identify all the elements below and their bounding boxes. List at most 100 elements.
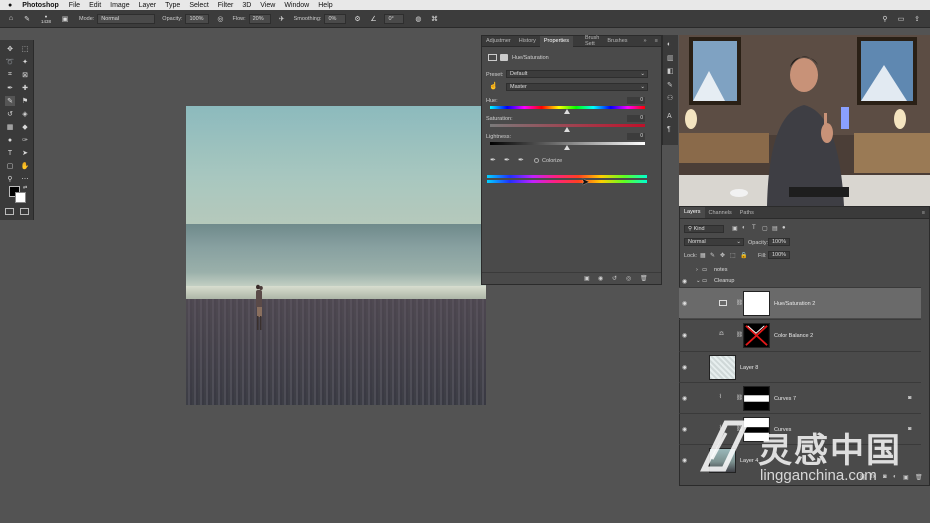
home-icon[interactable]: ⌂ — [6, 14, 16, 24]
filter-toggle-icon[interactable]: ● — [782, 225, 786, 231]
background-color-swatch[interactable] — [15, 192, 26, 203]
lock-paint-icon[interactable]: ✎ — [710, 252, 715, 259]
adjustments-panel-icon[interactable]: ◧ — [667, 67, 674, 75]
crop-tool-icon[interactable]: ⌗ — [5, 70, 15, 80]
tab-brush-settings[interactable]: Brush Sett — [581, 35, 603, 47]
brush-preset-icon[interactable]: ● 1438 — [38, 14, 54, 24]
dodge-tool-icon[interactable]: ● — [5, 135, 15, 145]
angle-icon[interactable]: ∠ — [368, 14, 378, 24]
visibility-eye-icon[interactable]: ◉ — [682, 279, 690, 285]
chain-link-icon[interactable]: ⛓ — [736, 332, 743, 338]
layer-group-notes[interactable]: › ▭ notes — [679, 265, 921, 276]
layer-group-cleanup[interactable]: ◉ ⌄ ▭ Cleanup — [679, 276, 921, 287]
apple-icon[interactable]: ● — [8, 2, 12, 9]
marquee-tool-icon[interactable]: ⬚ — [20, 44, 30, 54]
angle-field[interactable]: 0° — [384, 13, 405, 24]
menu-layer[interactable]: Layer — [139, 2, 157, 9]
layers-panel-menu-icon[interactable]: ≡ — [918, 210, 929, 216]
chain-link-icon[interactable]: ⛓ — [736, 395, 743, 401]
menu-type[interactable]: Type — [165, 2, 180, 9]
tab-adjustments[interactable]: Adjustmer — [482, 38, 515, 44]
pressure-size-icon[interactable]: ◍ — [413, 14, 423, 24]
airbrush-icon[interactable]: ✈ — [277, 14, 287, 24]
brush-tool-icon[interactable]: ✎ — [22, 14, 32, 24]
more-tools-icon[interactable]: ⋯ — [20, 174, 30, 184]
hand-tool-icon[interactable]: ✋ — [20, 161, 30, 171]
targeted-adjust-hand-icon[interactable]: ☝ — [489, 82, 498, 90]
menu-filter[interactable]: Filter — [218, 2, 234, 9]
tab-brushes[interactable]: Brushes — [603, 38, 631, 44]
mode-select[interactable]: Normal — [97, 13, 156, 24]
flow-field[interactable]: 20% — [248, 13, 271, 24]
blur-tool-icon[interactable]: ◆ — [20, 122, 30, 132]
pressure-opacity-icon[interactable]: ◎ — [215, 14, 225, 24]
shape-tool-icon[interactable]: ▢ — [5, 161, 15, 171]
lasso-tool-icon[interactable]: ➰ — [5, 57, 15, 67]
tab-layers[interactable]: Layers — [680, 207, 705, 218]
menu-help[interactable]: Help — [318, 2, 332, 9]
blend-mode-select[interactable]: Normal ⌄ — [684, 238, 744, 246]
group-collapse-icon[interactable]: ⌄ — [696, 278, 701, 284]
menu-image[interactable]: Image — [110, 2, 129, 9]
menu-3d[interactable]: 3D — [242, 2, 251, 9]
type-tool-icon[interactable]: T — [5, 148, 15, 158]
filter-type-icon[interactable]: T — [752, 225, 756, 231]
path-select-tool-icon[interactable]: ➤ — [20, 148, 30, 158]
preset-select[interactable]: Default ⌄ — [506, 70, 648, 78]
channel-select[interactable]: Master ⌄ — [506, 83, 648, 91]
layer-thumbnail[interactable] — [709, 355, 736, 380]
lightness-slider-thumb[interactable] — [564, 145, 570, 150]
lightness-value[interactable]: 0 — [627, 133, 645, 140]
filter-pixel-icon[interactable]: ▣ — [732, 225, 738, 232]
panel-menu-icon[interactable]: ≡ — [651, 38, 662, 44]
smoothing-field[interactable]: 0% — [324, 13, 347, 24]
hue-value[interactable]: 0 — [627, 97, 645, 104]
visibility-eye-icon[interactable]: ◉ — [682, 458, 690, 464]
swap-colors-icon[interactable]: ⇄ — [23, 185, 27, 191]
filter-shape-icon[interactable]: ▢ — [762, 225, 768, 232]
gear-icon[interactable]: ⚙ — [352, 14, 362, 24]
move-tool-icon[interactable]: ✥ — [5, 44, 15, 54]
tab-history[interactable]: History — [515, 38, 540, 44]
saturation-value[interactable]: 0 — [627, 115, 645, 122]
lock-pixels-icon[interactable]: ▦ — [700, 252, 706, 259]
menu-file[interactable]: File — [69, 2, 80, 9]
layer-row-layer-8[interactable]: ◉ Layer 8 — [679, 351, 921, 382]
brush-panel-icon[interactable]: ✎ — [667, 81, 673, 89]
magic-wand-tool-icon[interactable]: ✦ — [20, 57, 30, 67]
tab-properties[interactable]: Properties — [539, 35, 573, 47]
symmetry-icon[interactable]: ⌘ — [429, 14, 439, 24]
layer-mask-thumbnail[interactable] — [743, 291, 770, 316]
fill-field[interactable]: 100% — [768, 251, 790, 259]
hue-range-bar-bottom[interactable] — [487, 180, 647, 183]
layer-mask-thumbnail[interactable] — [743, 323, 770, 348]
workspace-icon[interactable]: ▭ — [896, 14, 906, 24]
visibility-eye-icon[interactable]: ◉ — [682, 301, 690, 307]
document-canvas[interactable] — [186, 106, 486, 405]
lock-all-icon[interactable]: 🔒 — [740, 252, 747, 259]
pen-tool-icon[interactable]: ✑ — [20, 135, 30, 145]
character-panel-icon[interactable]: A — [667, 113, 672, 120]
menu-edit[interactable]: Edit — [89, 2, 101, 9]
menu-window[interactable]: Window — [284, 2, 309, 9]
visibility-eye-icon[interactable]: ◉ — [682, 365, 690, 371]
clone-source-icon[interactable]: ⚇ — [667, 94, 673, 102]
layer-opacity-field[interactable]: 100% — [768, 238, 790, 246]
saturation-slider-thumb[interactable] — [564, 127, 570, 132]
brush-settings-icon[interactable]: ▣ — [60, 14, 70, 24]
lock-artboard-icon[interactable]: ⬚ — [730, 252, 736, 259]
visibility-eye-icon[interactable]: ◉ — [682, 427, 690, 433]
share-icon[interactable]: ⇪ — [912, 14, 922, 24]
menu-select[interactable]: Select — [189, 2, 208, 9]
history-brush-tool-icon[interactable]: ↺ — [5, 109, 15, 119]
brush-tool-icon[interactable]: ✎ — [5, 96, 15, 106]
paragraph-panel-icon[interactable]: ¶ — [667, 126, 671, 133]
healing-tool-icon[interactable]: ✚ — [20, 83, 30, 93]
mask-icon[interactable] — [500, 54, 508, 61]
reset-icon[interactable]: ↺ — [612, 275, 617, 282]
eyedropper-tool-icon[interactable]: ✒ — [5, 83, 15, 93]
visibility-eye-icon[interactable]: ◉ — [682, 396, 690, 402]
menu-app-name[interactable]: Photoshop — [22, 2, 59, 9]
layer-row-curves-7[interactable]: ◉ ⌇ ⛓ Curves 7 ◙ — [679, 382, 921, 413]
quick-mask-icon[interactable] — [5, 208, 14, 215]
